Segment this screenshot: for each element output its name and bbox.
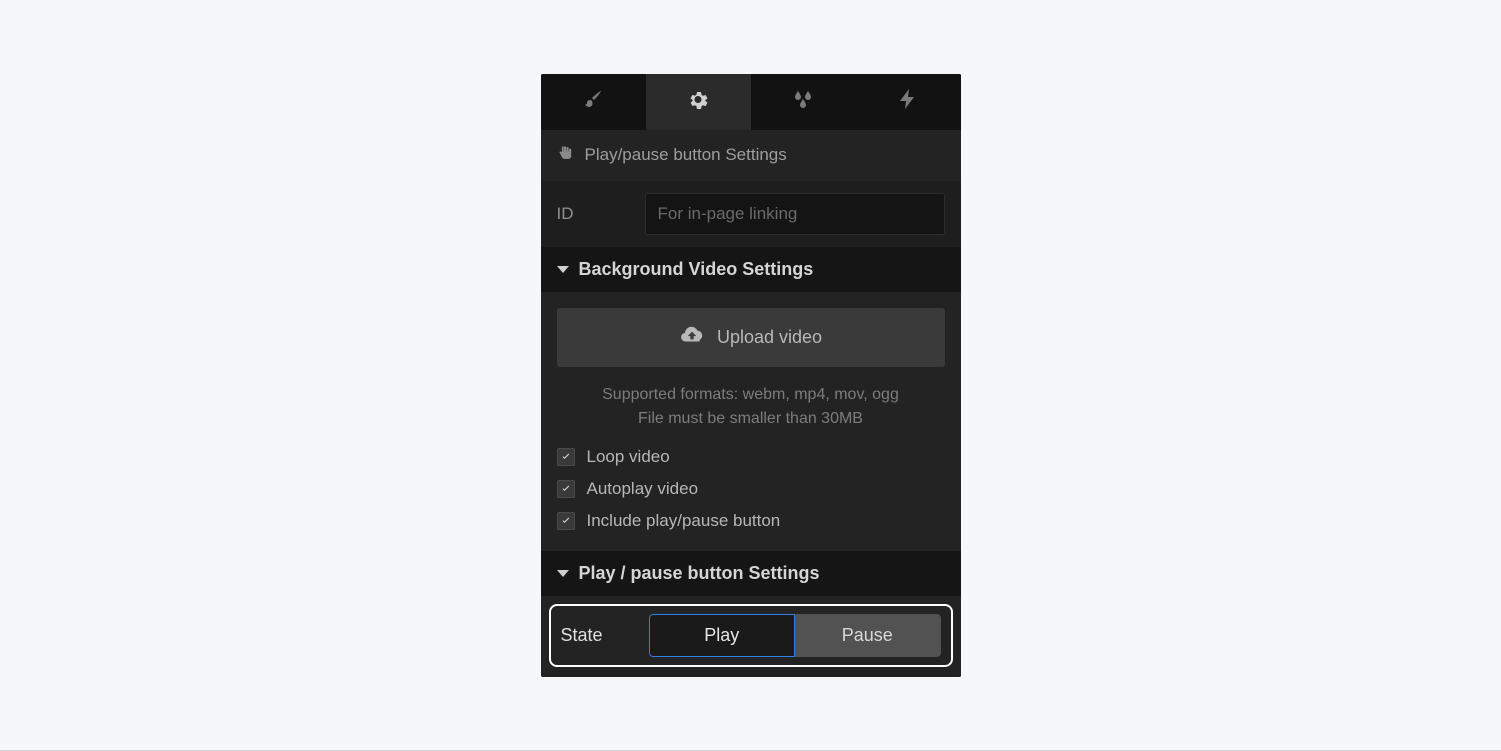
label-loop: Loop video bbox=[587, 447, 670, 467]
caret-down-icon bbox=[557, 266, 569, 273]
settings-panel: Play/pause button Settings ID Background… bbox=[541, 74, 961, 677]
id-label: ID bbox=[557, 204, 629, 224]
breadcrumb: Play/pause button Settings bbox=[541, 130, 961, 181]
gear-icon bbox=[686, 87, 710, 116]
option-include-playpause: Include play/pause button bbox=[557, 505, 945, 537]
state-row-highlight: State Play Pause bbox=[549, 604, 953, 667]
droplets-icon bbox=[791, 87, 815, 116]
note-line-2: File must be smaller than 30MB bbox=[557, 407, 945, 431]
id-row: ID bbox=[541, 181, 961, 247]
upload-area: Upload video bbox=[541, 292, 961, 371]
section-bg-video-header[interactable]: Background Video Settings bbox=[541, 247, 961, 292]
checkbox-autoplay[interactable] bbox=[557, 480, 575, 498]
bolt-icon bbox=[896, 87, 920, 116]
upload-video-button[interactable]: Upload video bbox=[557, 308, 945, 367]
tab-settings[interactable] bbox=[646, 74, 751, 130]
tab-interactions[interactable] bbox=[856, 74, 961, 130]
checkbox-include-btn[interactable] bbox=[557, 512, 575, 530]
label-autoplay: Autoplay video bbox=[587, 479, 699, 499]
state-pause-button[interactable]: Pause bbox=[795, 614, 941, 657]
option-autoplay-video: Autoplay video bbox=[557, 473, 945, 505]
note-line-1: Supported formats: webm, mp4, mov, ogg bbox=[557, 383, 945, 407]
state-toggle-group: Play Pause bbox=[649, 614, 941, 657]
label-include-btn: Include play/pause button bbox=[587, 511, 781, 531]
upload-label: Upload video bbox=[717, 327, 822, 348]
breadcrumb-title: Play/pause button Settings bbox=[585, 145, 787, 165]
upload-note: Supported formats: webm, mp4, mov, ogg F… bbox=[541, 371, 961, 437]
tab-style[interactable] bbox=[541, 74, 646, 130]
state-label: State bbox=[561, 625, 641, 646]
brush-icon bbox=[581, 87, 605, 116]
section-title: Background Video Settings bbox=[579, 259, 814, 280]
state-area: State Play Pause bbox=[541, 596, 961, 677]
option-loop-video: Loop video bbox=[557, 441, 945, 473]
tab-bar bbox=[541, 74, 961, 130]
checkbox-loop[interactable] bbox=[557, 448, 575, 466]
tab-effects[interactable] bbox=[751, 74, 856, 130]
section-title: Play / pause button Settings bbox=[579, 563, 820, 584]
caret-down-icon bbox=[557, 570, 569, 577]
id-input[interactable] bbox=[645, 193, 945, 235]
section-playpause-header[interactable]: Play / pause button Settings bbox=[541, 551, 961, 596]
bg-video-options: Loop video Autoplay video Include play/p… bbox=[541, 437, 961, 551]
grab-icon bbox=[557, 144, 575, 167]
cloud-upload-icon bbox=[679, 322, 705, 353]
state-play-button[interactable]: Play bbox=[649, 614, 796, 657]
